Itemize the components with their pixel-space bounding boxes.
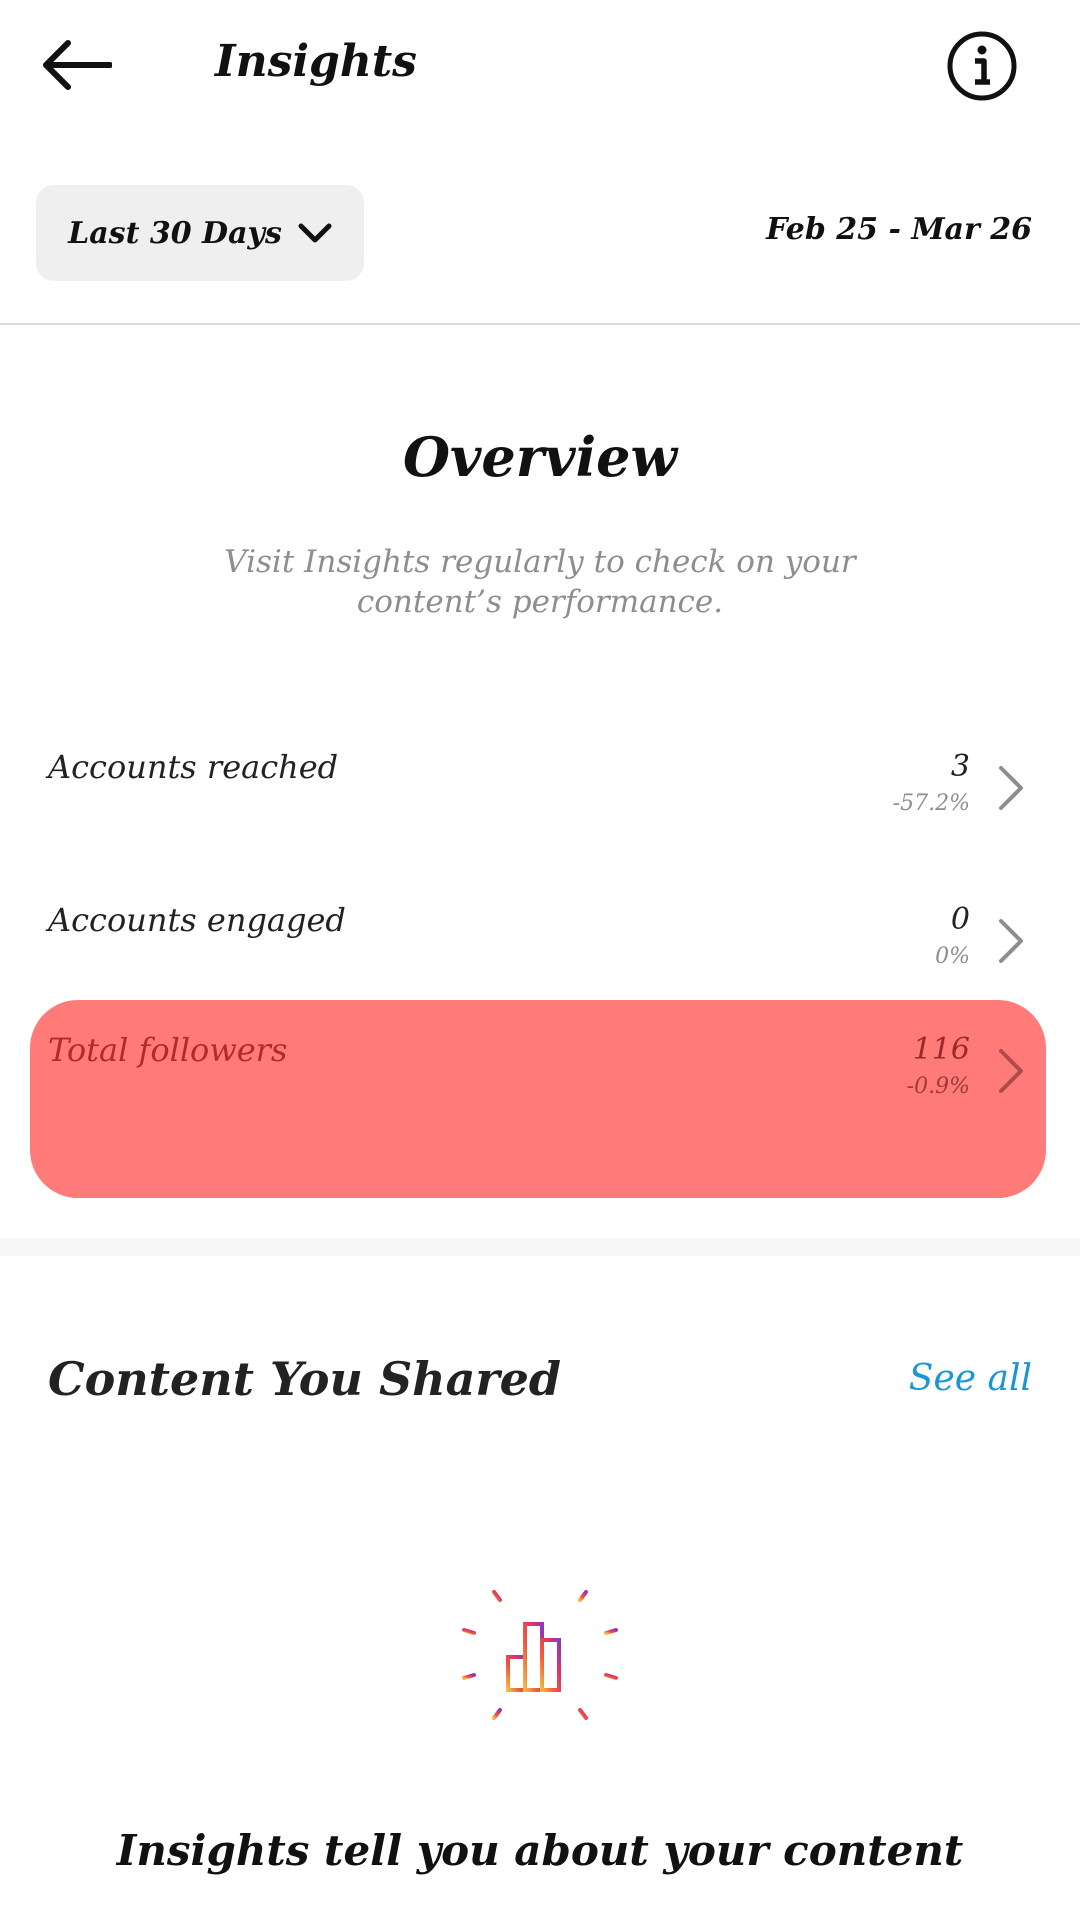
metric-label: Total followers xyxy=(48,1031,288,1069)
date-range-label: Last 30 Days xyxy=(68,215,282,251)
metric-value: 3 xyxy=(950,749,970,784)
metric-change: 0% xyxy=(935,944,970,969)
chevron-right-icon xyxy=(999,1049,1023,1093)
date-range-text: Feb 25 - Mar 26 xyxy=(766,212,1032,247)
overview-title: Overview xyxy=(403,425,677,489)
metric-change: -57.2% xyxy=(892,791,970,816)
chevron-down-icon xyxy=(298,223,332,243)
overview-subtitle: Visit Insights regularly to check on you… xyxy=(224,544,856,620)
info-icon xyxy=(947,31,1017,101)
metric-label: Accounts engaged xyxy=(48,901,346,939)
metric-row-accounts-reached[interactable]: Accounts reached 3 -57.2% xyxy=(30,745,1046,895)
date-range-dropdown[interactable]: Last 30 Days xyxy=(36,185,364,281)
chevron-right-icon xyxy=(999,919,1023,963)
page-title: Insights xyxy=(215,36,417,87)
metric-row-total-followers[interactable]: Total followers 116 -0.9% xyxy=(30,1000,1046,1198)
empty-state-title: Insights tell you about your content xyxy=(116,1826,964,1875)
section-divider xyxy=(0,1238,1080,1256)
divider xyxy=(0,323,1080,325)
metric-label: Accounts reached xyxy=(48,748,339,786)
chevron-right-icon xyxy=(999,766,1023,810)
info-button[interactable] xyxy=(946,30,1018,102)
metric-change: -0.9% xyxy=(906,1074,970,1099)
see-all-link[interactable]: See all xyxy=(909,1358,1032,1399)
metric-value: 0 xyxy=(950,902,970,937)
arrow-left-icon xyxy=(43,40,112,90)
back-button[interactable] xyxy=(40,30,130,100)
content-shared-title: Content You Shared xyxy=(48,1352,562,1406)
insights-chart-icon xyxy=(462,1574,618,1736)
metric-value: 116 xyxy=(912,1032,970,1067)
